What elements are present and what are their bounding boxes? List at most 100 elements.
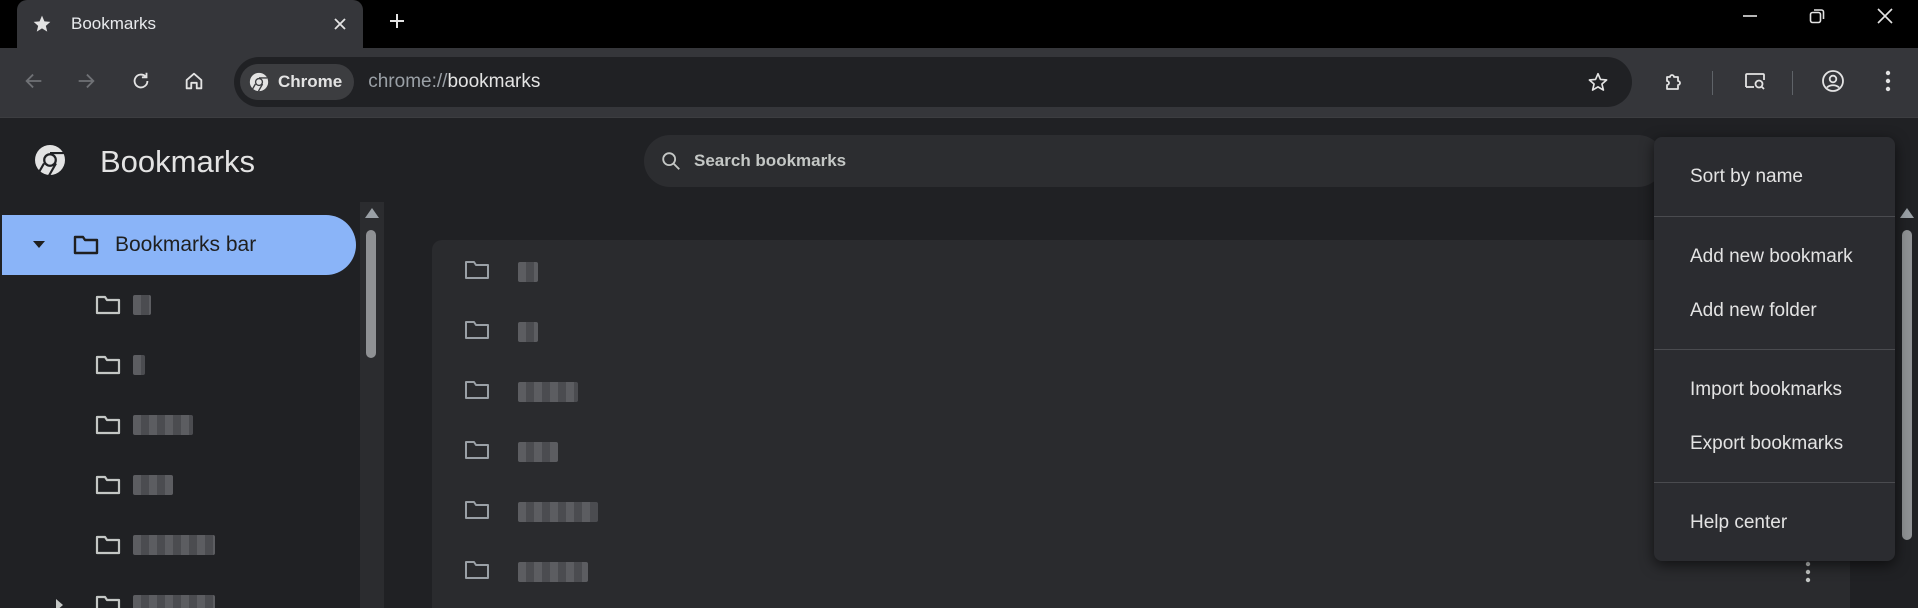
caret-right-icon[interactable] xyxy=(56,599,64,608)
close-icon[interactable] xyxy=(329,13,351,35)
toolbar-divider xyxy=(1712,71,1713,95)
reload-button[interactable] xyxy=(121,63,161,103)
menu-item-export[interactable]: Export bookmarks xyxy=(1654,418,1895,470)
redacted-label xyxy=(133,475,173,495)
folder-icon xyxy=(95,294,121,316)
redacted-label xyxy=(133,535,215,555)
home-icon xyxy=(183,70,205,97)
toolbar-divider xyxy=(1792,71,1793,95)
back-arrow-icon xyxy=(23,70,45,97)
kebab-menu-icon xyxy=(1885,70,1891,97)
address-bar[interactable]: Chrome chrome://bookmarks xyxy=(234,57,1632,107)
search-input[interactable]: Search bookmarks xyxy=(644,135,1664,187)
minimize-icon xyxy=(1741,7,1759,30)
scroll-thumb[interactable] xyxy=(366,230,376,358)
folder-icon xyxy=(464,379,490,406)
url-text: chrome://bookmarks xyxy=(368,71,540,93)
tab-search-icon xyxy=(1743,69,1767,98)
list-item[interactable] xyxy=(432,362,1850,422)
sidebar-item-bookmarks-bar[interactable]: Bookmarks bar xyxy=(2,215,356,275)
caret-down-icon[interactable] xyxy=(29,235,49,255)
minimize-button[interactable] xyxy=(1730,4,1770,32)
menu-item-sort-by-name[interactable]: Sort by name xyxy=(1654,151,1895,203)
search-icon xyxy=(660,150,682,172)
list-item[interactable] xyxy=(432,302,1850,362)
folder-icon xyxy=(464,559,490,586)
list-item[interactable] xyxy=(432,242,1850,302)
folder-icon xyxy=(464,259,490,286)
folder-icon xyxy=(95,414,121,436)
tab-search-button[interactable] xyxy=(1735,63,1775,103)
menu-divider xyxy=(1654,482,1895,483)
redacted-label xyxy=(518,322,538,342)
folder-icon xyxy=(464,319,490,346)
redacted-label xyxy=(518,562,588,582)
bookmark-list xyxy=(432,240,1850,608)
folder-tree: Bookmarks bar xyxy=(0,202,360,608)
redacted-label xyxy=(133,415,193,435)
list-item[interactable] xyxy=(432,422,1850,482)
tab-strip: Bookmarks xyxy=(0,0,1918,48)
back-button[interactable] xyxy=(14,63,54,103)
extensions-icon xyxy=(1662,69,1686,98)
tab-title: Bookmarks xyxy=(71,14,157,33)
home-button[interactable] xyxy=(174,63,214,103)
folder-icon xyxy=(95,474,121,496)
folder-icon xyxy=(464,499,490,526)
scroll-thumb[interactable] xyxy=(1902,230,1912,540)
close-icon xyxy=(1876,7,1894,30)
folder-icon xyxy=(95,534,121,556)
sidebar-item-folder[interactable] xyxy=(0,456,173,514)
bookmark-star-icon[interactable] xyxy=(1586,70,1610,94)
menu-item-add-bookmark[interactable]: Add new bookmark xyxy=(1654,231,1895,283)
new-tab-button[interactable] xyxy=(381,7,413,39)
tab-bookmarks[interactable]: Bookmarks xyxy=(17,0,363,48)
scroll-up-arrow-icon[interactable] xyxy=(365,208,379,218)
plus-icon xyxy=(388,12,406,35)
kebab-menu-icon[interactable] xyxy=(1796,560,1820,584)
profile-button[interactable] xyxy=(1813,63,1853,103)
url-scheme: chrome:// xyxy=(368,71,448,92)
sidebar-item-folder[interactable] xyxy=(0,276,151,334)
menu-divider xyxy=(1654,216,1895,217)
list-item[interactable] xyxy=(432,482,1850,542)
browser-window: Bookmarks Chrome chrome://bookmarks Book… xyxy=(0,0,1918,608)
menu-item-add-folder[interactable]: Add new folder xyxy=(1654,285,1895,337)
sidebar-item-folder[interactable] xyxy=(0,336,145,394)
redacted-label xyxy=(133,595,215,608)
sidebar-item-folder[interactable] xyxy=(0,396,193,454)
forward-arrow-icon xyxy=(75,70,97,97)
sidebar-item-folder[interactable] xyxy=(0,576,215,608)
search-placeholder: Search bookmarks xyxy=(694,151,847,170)
restore-button[interactable] xyxy=(1797,4,1837,32)
chrome-logo-icon xyxy=(248,71,270,93)
folder-icon xyxy=(95,354,121,376)
reload-icon xyxy=(130,70,152,97)
sidebar-item-folder[interactable] xyxy=(0,516,215,574)
chip-label: Chrome xyxy=(278,72,343,91)
scroll-up-arrow-icon[interactable] xyxy=(1900,208,1914,218)
redacted-label xyxy=(518,382,578,402)
profile-icon xyxy=(1821,69,1845,98)
url-host: bookmarks xyxy=(447,71,541,92)
site-info-chip[interactable]: Chrome xyxy=(240,64,355,100)
redacted-label xyxy=(518,262,538,282)
close-window-button[interactable] xyxy=(1865,4,1905,32)
redacted-label xyxy=(133,295,151,315)
list-item[interactable] xyxy=(432,542,1850,602)
organize-menu: Sort by name Add new bookmark Add new fo… xyxy=(1654,137,1895,561)
browser-menu-button[interactable] xyxy=(1868,63,1908,103)
folder-icon xyxy=(464,439,490,466)
redacted-label xyxy=(518,442,558,462)
redacted-label xyxy=(518,502,598,522)
restore-icon xyxy=(1808,7,1826,30)
extensions-button[interactable] xyxy=(1654,63,1694,103)
sidebar-scrollbar[interactable] xyxy=(360,202,384,608)
menu-item-help-center[interactable]: Help center xyxy=(1654,497,1895,549)
folder-icon xyxy=(73,234,99,256)
forward-button[interactable] xyxy=(66,63,106,103)
main-scrollbar[interactable] xyxy=(1896,202,1918,608)
redacted-label xyxy=(133,355,145,375)
page-title: Bookmarks xyxy=(100,144,256,179)
menu-item-import[interactable]: Import bookmarks xyxy=(1654,364,1895,416)
